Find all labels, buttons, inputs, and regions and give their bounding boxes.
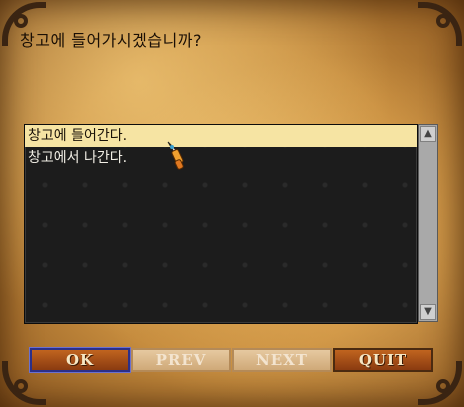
mouse-cursor-icon [167, 141, 184, 170]
ok-button[interactable]: OK [30, 348, 130, 372]
scroll-curl-icon [14, 14, 28, 28]
quit-button[interactable]: QUIT [333, 348, 433, 372]
list-scrollbar[interactable]: ▲ ▼ [418, 124, 438, 322]
scroll-up-icon[interactable]: ▲ [420, 126, 436, 142]
next-button[interactable]: NEXT [232, 348, 332, 372]
scroll-curl-icon [14, 379, 28, 393]
scroll-down-icon[interactable]: ▼ [420, 304, 436, 320]
scroll-curl-icon [436, 379, 450, 393]
list-item-enter-storage[interactable]: 창고에 들어간다. [25, 125, 417, 147]
dialog-question: 창고에 들어가시겠습니까? [20, 31, 202, 50]
choice-list: 창고에 들어간다. 창고에서 나간다. [24, 124, 418, 324]
list-item-exit-storage[interactable]: 창고에서 나간다. [25, 147, 417, 169]
scroll-curl-icon [436, 14, 450, 28]
prev-button[interactable]: PREV [131, 348, 231, 372]
